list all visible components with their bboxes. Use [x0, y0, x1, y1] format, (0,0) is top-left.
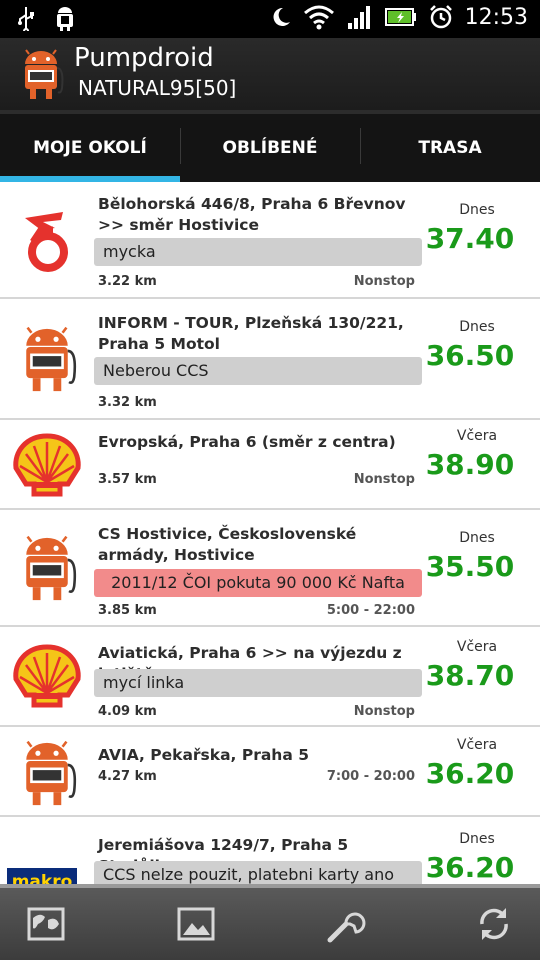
notification-icons: [16, 6, 76, 32]
station-address: CS Hostivice, Československé armády, Hos…: [98, 525, 357, 564]
usb-icon: [18, 7, 34, 31]
station-row[interactable]: makro Jeremiášova 1249/7, Praha 5 Stodůl…: [0, 817, 540, 888]
shell-logo: [8, 637, 86, 715]
battery-icon: [384, 8, 416, 26]
station-note: mycka: [94, 238, 422, 266]
station-distance: 3.32 km: [98, 395, 157, 410]
alarm-icon: [429, 5, 452, 29]
map-icon[interactable]: [26, 904, 66, 944]
station-price: 36.20: [425, 851, 515, 884]
pumpdroid-logo: [8, 530, 86, 608]
station-price: 35.50: [425, 550, 515, 583]
station-address: Evropská, Praha 6 (směr z centra): [98, 433, 396, 451]
pumpdroid-logo: [8, 735, 86, 813]
station-row[interactable]: Bělohorská 446/8, Praha 6 Břevnov >> smě…: [0, 182, 540, 299]
refresh-icon[interactable]: [474, 904, 514, 944]
tab-oblibene[interactable]: OBLÍBENÉ: [180, 114, 360, 182]
android-debug-icon: [57, 7, 73, 31]
tab-bar: MOJE OKOLÍ OBLÍBENÉ TRASA: [0, 110, 540, 182]
shell-logo: [8, 426, 86, 504]
station-hours: 5:00 - 22:00: [326, 603, 415, 618]
price-date: Včera: [456, 428, 498, 444]
station-distance: 4.09 km: [98, 704, 157, 719]
app-icon[interactable]: [18, 48, 64, 102]
pumpdroid-logo: [8, 321, 86, 399]
station-row[interactable]: CS Hostivice, Československé armády, Hos…: [0, 510, 540, 627]
app-title: Pumpdroid: [74, 43, 214, 73]
price-date: Dnes: [459, 831, 495, 847]
station-distance: 3.57 km: [98, 472, 157, 487]
tab-moje-okoli[interactable]: MOJE OKOLÍ: [0, 114, 180, 182]
station-row[interactable]: Aviatická, Praha 6 >> na výjezdu z letiš…: [0, 627, 540, 727]
wrench-icon[interactable]: [326, 904, 366, 944]
fuel-type-subtitle[interactable]: NATURAL95[50]: [78, 76, 236, 100]
station-note: mycí linka: [94, 669, 422, 697]
makro-logo: makro: [6, 843, 84, 888]
station-address: INFORM - TOUR, Plzeňská 130/221, Praha 5…: [98, 314, 404, 353]
status-bar: 12:53: [0, 0, 540, 38]
station-list[interactable]: Bělohorská 446/8, Praha 6 Břevnov >> smě…: [0, 182, 540, 888]
station-address: Bělohorská 446/8, Praha 6 Břevnov >> smě…: [98, 195, 406, 234]
tab-trasa[interactable]: TRASA: [360, 114, 540, 182]
station-price: 38.70: [425, 659, 515, 692]
station-row[interactable]: Evropská, Praha 6 (směr z centra) 3.57 k…: [0, 420, 540, 510]
price-date: Dnes: [459, 530, 495, 546]
station-hours: 7:00 - 20:00: [326, 769, 415, 784]
clock: 12:53: [464, 4, 528, 30]
system-icons: 12:53: [271, 4, 528, 30]
bottom-action-bar: [0, 888, 540, 960]
station-distance: 3.85 km: [98, 603, 157, 618]
station-address: AVIA, Pekařska, Praha 5: [98, 746, 309, 764]
station-distance: 4.27 km: [98, 769, 157, 784]
wifi-icon: [303, 5, 334, 30]
station-distance: 3.22 km: [98, 274, 157, 289]
station-note: Neberou CCS: [94, 357, 422, 385]
station-price: 36.20: [425, 757, 515, 790]
price-date: Včera: [456, 639, 498, 655]
action-bar: Pumpdroid NATURAL95[50]: [0, 38, 540, 110]
moon-icon: [273, 7, 290, 26]
station-price: 36.50: [425, 339, 515, 372]
station-hours: Nonstop: [353, 704, 415, 719]
station-hours: Nonstop: [353, 472, 415, 487]
station-row[interactable]: AVIA, Pekařska, Praha 5 4.27 km 7:00 - 2…: [0, 727, 540, 817]
station-hours: Nonstop: [353, 274, 415, 289]
signal-icon: [347, 6, 370, 29]
price-date: Včera: [456, 737, 498, 753]
benzina-logo: [8, 202, 86, 280]
station-warning-note: 2011/12 ČOI pokuta 90 000 Kč Nafta: [94, 569, 422, 597]
image-icon[interactable]: [176, 904, 216, 944]
station-price: 37.40: [425, 222, 515, 255]
station-price: 38.90: [425, 448, 515, 481]
price-date: Dnes: [459, 319, 495, 335]
station-row[interactable]: INFORM - TOUR, Plzeňská 130/221, Praha 5…: [0, 299, 540, 420]
price-date: Dnes: [459, 202, 495, 218]
